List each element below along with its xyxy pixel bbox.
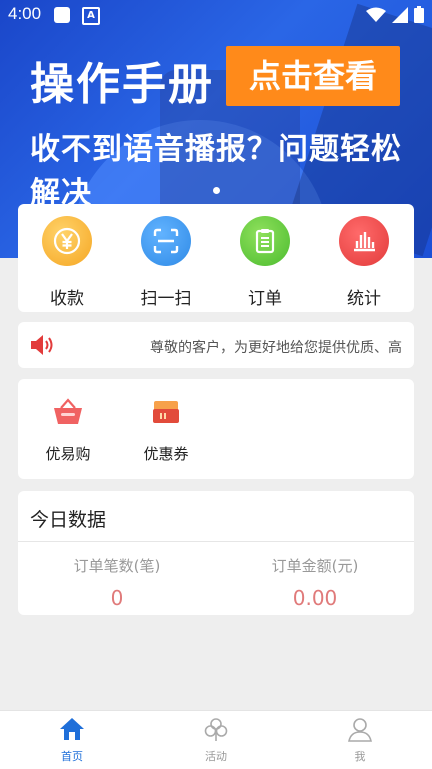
bottom-tab-bar: 首页 活动 我 <box>0 710 432 769</box>
banner-subtitle: 收不到语音播报？问题轻松解决 <box>30 132 402 211</box>
quick-actions-card: 收款 扫一扫 订单 统计 <box>18 204 414 312</box>
clover-icon <box>204 718 228 741</box>
quick-action-label: 扫一扫 <box>140 289 192 309</box>
quick-action-orders[interactable]: 订单 <box>220 216 310 309</box>
quick-action-stats[interactable]: 统计 <box>319 216 409 309</box>
tab-label: 我 <box>354 750 366 763</box>
banner-title: 操作手册 <box>30 59 214 110</box>
order-amount-value: 0.00 <box>292 586 338 610</box>
order-count-label: 订单笔数(笔) <box>73 557 161 575</box>
quick-action-label: 订单 <box>248 289 282 309</box>
notice-text: 尊敬的客户，为更好地给您提供优质、高 <box>150 340 402 356</box>
scan-icon <box>141 216 191 266</box>
quick-action-label: 收款 <box>50 289 84 309</box>
tab-home[interactable]: 首页 <box>0 716 144 764</box>
cny-coin-icon <box>42 216 92 266</box>
quick-action-collect[interactable]: 收款 <box>22 216 112 309</box>
carousel-indicator[interactable] <box>213 187 220 194</box>
service-coupon[interactable]: 优惠券 <box>126 397 206 464</box>
order-count-stat: 订单笔数(笔) 0 <box>18 555 216 610</box>
service-label: 优易购 <box>45 445 91 463</box>
home-icon <box>60 718 84 740</box>
today-data-card: 今日数据 订单笔数(笔) 0 订单金额(元) 0.00 <box>18 491 414 615</box>
status-bar: 4:00 A <box>0 0 432 30</box>
order-count-value: 0 <box>110 586 124 610</box>
signal-icon <box>392 6 408 23</box>
order-amount-label: 订单金额(元) <box>271 557 359 575</box>
status-icons <box>366 6 424 23</box>
tab-label: 活动 <box>205 750 227 763</box>
wifi-icon <box>366 7 386 22</box>
service-label: 优惠券 <box>143 445 189 463</box>
a-notification-icon: A <box>82 7 100 25</box>
order-amount-stat: 订单金额(元) 0.00 <box>216 555 414 610</box>
quick-action-label: 统计 <box>347 289 381 309</box>
bar-stats-icon <box>339 216 389 266</box>
tab-me[interactable]: 我 <box>288 716 432 764</box>
user-icon <box>348 718 372 742</box>
service-youyigou[interactable]: 优易购 <box>28 397 108 464</box>
notification-icon <box>54 7 70 23</box>
notice-bar[interactable]: 尊敬的客户，为更好地给您提供优质、高 <box>18 322 414 368</box>
tab-label: 首页 <box>61 750 83 763</box>
divider <box>18 541 414 542</box>
quick-action-scan[interactable]: 扫一扫 <box>121 216 211 309</box>
services-card: 优易购 优惠券 <box>18 379 414 479</box>
status-time: 4:00 <box>8 4 42 23</box>
speaker-icon <box>31 335 53 355</box>
banner-view-button[interactable]: 点击查看 <box>226 46 400 106</box>
tab-activity[interactable]: 活动 <box>144 716 288 764</box>
coupon-icon <box>153 401 179 423</box>
battery-icon <box>414 6 424 23</box>
shopping-basket-icon <box>54 398 82 424</box>
clipboard-icon <box>240 216 290 266</box>
today-data-title: 今日数据 <box>30 509 107 531</box>
